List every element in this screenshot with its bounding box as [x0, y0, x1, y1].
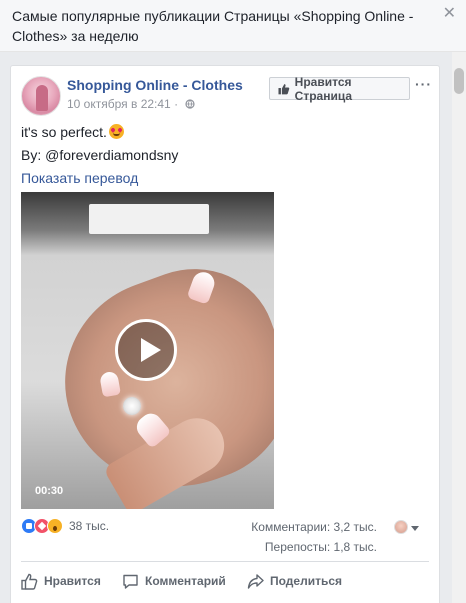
- comment-button[interactable]: Комментарий: [122, 565, 226, 597]
- like-label: Нравится: [44, 574, 101, 588]
- video-player[interactable]: 00:30: [21, 192, 274, 509]
- caret-down-icon[interactable]: [411, 526, 419, 531]
- globe-icon: [185, 99, 196, 109]
- page-avatar[interactable]: [21, 76, 61, 116]
- dialog-header: Самые популярные публикации Страницы «Sh…: [0, 0, 466, 52]
- scrollbar-thumb[interactable]: [454, 68, 464, 94]
- privacy-separator: ·: [174, 97, 179, 111]
- comments-count-link[interactable]: Комментарии: 3,2 тыс.: [251, 520, 377, 534]
- video-jewelry-box: [89, 204, 209, 234]
- more-icon[interactable]: ···: [415, 76, 432, 92]
- scrollbar[interactable]: [452, 52, 466, 603]
- heart-eyes-emoji-icon: [108, 124, 124, 139]
- actions-divider: [21, 561, 429, 562]
- like-page-button[interactable]: Нравится Страница: [269, 74, 410, 103]
- wow-reaction-icon: [47, 518, 63, 534]
- dialog-title: Самые популярные публикации Страницы «Sh…: [12, 8, 414, 44]
- post-card: Shopping Online - Clothes 10 октября в 2…: [10, 65, 440, 603]
- reaction-count[interactable]: 38 тыс.: [69, 519, 109, 533]
- reactions-summary[interactable]: 38 тыс.: [21, 517, 109, 535]
- video-duration: 00:30: [35, 485, 64, 497]
- page-name-link[interactable]: Shopping Online - Clothes: [67, 77, 243, 93]
- like-page-label: Нравится Страница: [294, 74, 353, 103]
- play-icon[interactable]: [115, 319, 177, 381]
- thumbs-up-icon: [21, 573, 38, 590]
- close-icon[interactable]: ✕: [443, 6, 456, 22]
- comment-label: Комментарий: [145, 574, 226, 588]
- comment-icon: [123, 574, 138, 589]
- post-text-content: it's so perfect.: [21, 124, 107, 140]
- see-translation-link[interactable]: Показать перевод: [21, 168, 138, 188]
- share-label: Поделиться: [270, 574, 343, 588]
- thumbs-up-icon: [278, 83, 290, 94]
- share-button[interactable]: Поделиться: [247, 565, 342, 597]
- post-actions-bar: Нравится Комментарий Поделиться: [11, 565, 439, 597]
- like-button[interactable]: Нравится: [21, 565, 101, 597]
- post-by-line: By: @foreverdiamondsny: [21, 147, 179, 163]
- share-icon: [247, 573, 264, 589]
- post-text: it's so perfect.: [21, 122, 124, 142]
- post-time-text[interactable]: 10 октября в 22:41: [67, 97, 171, 111]
- viewer-avatar[interactable]: [394, 520, 408, 534]
- shares-count-link[interactable]: Перепосты: 1,8 тыс.: [265, 540, 377, 554]
- posts-scroll-area[interactable]: Shopping Online - Clothes 10 октября в 2…: [0, 52, 466, 603]
- post-timestamp[interactable]: 10 октября в 22:41 ·: [67, 97, 196, 111]
- video-diamond-ring: [123, 397, 141, 415]
